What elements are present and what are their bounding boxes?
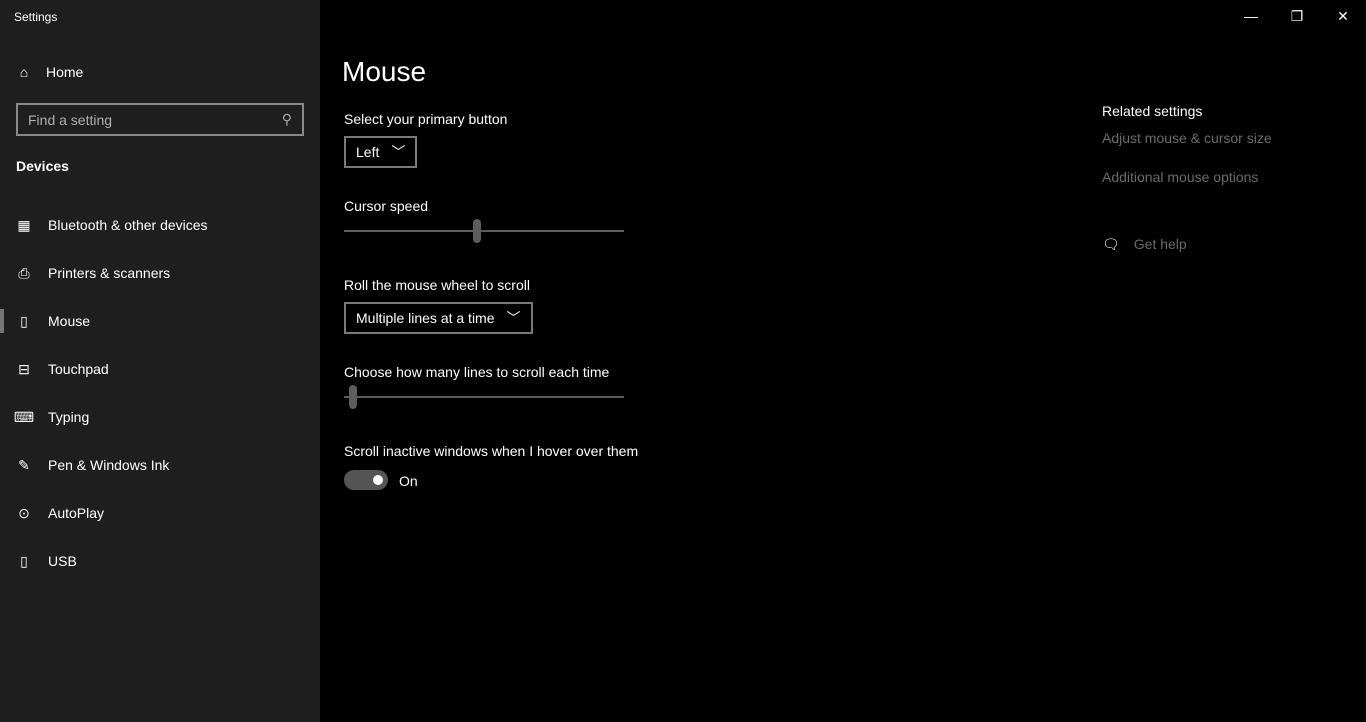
related-title: Related settings: [1102, 103, 1203, 119]
maximize-button[interactable]: ❐: [1274, 0, 1320, 32]
search-icon[interactable]: ⚲: [282, 111, 292, 128]
lines-label: Choose how many lines to scroll each tim…: [344, 364, 610, 380]
autoplay-icon: ⊙: [18, 504, 30, 521]
printer-icon: ⎙: [18, 264, 30, 281]
app-title: Settings: [14, 10, 58, 24]
touchpad-icon: ⊟: [18, 360, 30, 377]
sidebar-item-label: Typing: [48, 409, 90, 425]
cursor-speed-label: Cursor speed: [344, 198, 429, 214]
sidebar-item-label: USB: [48, 553, 77, 569]
sidebar-item-label: Pen & Windows Ink: [48, 457, 170, 473]
home-icon: ⌂: [19, 64, 29, 80]
wheel-dropdown[interactable]: Multiple lines at a time ﹀: [344, 302, 533, 334]
primary-button-label: Select your primary button: [344, 111, 508, 127]
dropdown-value: Multiple lines at a time: [356, 310, 495, 326]
dropdown-value: Left: [356, 144, 380, 160]
close-button[interactable]: ✕: [1320, 0, 1366, 32]
chevron-down-icon: ﹀: [391, 144, 406, 160]
get-help-link[interactable]: 🗨 Get help: [1102, 236, 1187, 253]
keyboard-icon: ⌨: [13, 408, 35, 425]
mouse-options-link[interactable]: Additional mouse options: [1102, 169, 1258, 185]
sidebar-item-autoplay[interactable]: ⊙ AutoPlay: [0, 489, 320, 537]
search-box[interactable]: ⚲: [16, 103, 304, 136]
sidebar-home[interactable]: ⌂ Home: [16, 64, 84, 80]
sidebar-item-usb[interactable]: ▯ USB: [0, 537, 320, 585]
sidebar-item-mouse[interactable]: ▯ Mouse: [0, 297, 320, 345]
sidebar-item-pen-windows-ink[interactable]: ✎ Pen & Windows Ink: [0, 441, 320, 489]
chevron-down-icon: ﹀: [506, 310, 521, 326]
minimize-button[interactable]: —: [1228, 0, 1274, 32]
sidebar-item-typing[interactable]: ⌨ Typing: [0, 393, 320, 441]
help-chat-icon: 🗨: [1102, 236, 1120, 252]
inactive-label: Scroll inactive windows when I hover ove…: [344, 443, 639, 459]
sidebar-item-printers-scanners[interactable]: ⎙ Printers & scanners: [0, 249, 320, 297]
primary-button-dropdown[interactable]: Left ﹀: [344, 136, 418, 168]
mouse-icon: ▯: [20, 312, 28, 329]
sidebar-nav: ▦ Bluetooth & other devices ⎙ Printers & sc…: [0, 201, 320, 585]
lines-slider[interactable]: [344, 385, 624, 409]
sidebar-item-label: Touchpad: [48, 361, 109, 377]
pen-icon: ✎: [18, 456, 30, 473]
sidebar-item-label: Bluetooth & other devices: [48, 217, 208, 233]
slider-thumb[interactable]: [472, 219, 481, 243]
search-input[interactable]: [28, 111, 282, 128]
section-heading: Devices: [16, 158, 69, 174]
usb-icon: ▯: [20, 552, 28, 569]
sidebar-item-bluetooth-other-devices[interactable]: ▦ Bluetooth & other devices: [0, 201, 320, 249]
adjust-cursor-link[interactable]: Adjust mouse & cursor size: [1102, 130, 1272, 146]
slider-thumb[interactable]: [349, 385, 358, 409]
page-title: Mouse: [342, 56, 427, 87]
slider-track: [344, 396, 624, 398]
bluetooth-devices-icon: ▦: [17, 216, 31, 233]
wheel-label: Roll the mouse wheel to scroll: [344, 277, 530, 293]
home-label: Home: [46, 64, 84, 80]
sidebar-item-label: Mouse: [48, 313, 91, 329]
sidebar-item-label: Printers & scanners: [48, 265, 171, 281]
sidebar-item-touchpad[interactable]: ⊟ Touchpad: [0, 345, 320, 393]
toggle-state: On: [399, 473, 418, 489]
cursor-speed-slider[interactable]: [344, 219, 624, 243]
slider-track: [344, 230, 624, 232]
sidebar-item-label: AutoPlay: [48, 505, 105, 521]
inactive-toggle[interactable]: [344, 470, 388, 490]
toggle-knob: [373, 475, 383, 485]
sidebar: Settings ⌂ Home ⚲ Devices ▦ Bluetooth & ot…: [0, 0, 320, 722]
get-help-label: Get help: [1133, 236, 1187, 252]
